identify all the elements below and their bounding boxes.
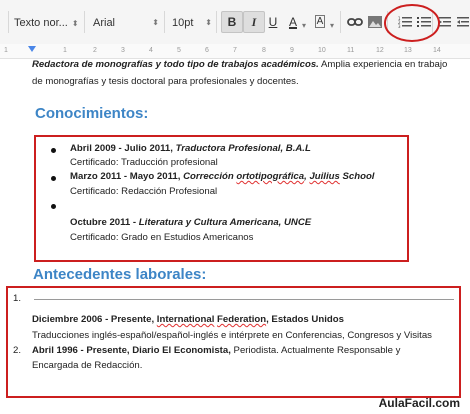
font-family-select[interactable]: Arial ⬍ (93, 15, 159, 31)
ruler-mark: 6 (205, 47, 209, 54)
toolbar-separator (216, 11, 217, 33)
ruler-mark: 1 (63, 47, 67, 54)
chevron-down-icon[interactable]: ▾ (302, 17, 306, 33)
toolbar-separator (84, 11, 85, 33)
italic-button[interactable]: I (243, 11, 265, 33)
toolbar-separator (340, 11, 341, 33)
ruler-mark: 5 (177, 47, 181, 54)
knowledge-cert-1: Certificado: Traducción profesional (70, 157, 218, 168)
indent-marker-icon[interactable] (28, 46, 36, 54)
annotation-circle (384, 4, 440, 42)
work-item-1: Diciembre 2006 - Presente, International… (32, 314, 344, 325)
ruler-mark: 3 (121, 47, 125, 54)
ruler-mark: 2 (93, 47, 97, 54)
ruler[interactable]: 1 1 2 3 4 5 6 7 8 9 10 11 12 13 14 (0, 44, 470, 59)
font-size-value: 10pt (172, 17, 194, 29)
ruler-mark: 14 (433, 47, 441, 54)
bullet-point (51, 204, 56, 209)
ruler-mark: 1 (4, 47, 8, 54)
bullet-point (51, 176, 56, 181)
highlight-color-button[interactable]: A (310, 12, 330, 32)
work-item-2: Abril 1996 - Presente, Diario El Economi… (32, 345, 401, 356)
bold-button[interactable]: B (221, 11, 243, 33)
increase-indent-icon[interactable] (453, 12, 470, 32)
list-number: 2. (13, 345, 22, 356)
chevron-updown-icon: ⬍ (205, 18, 212, 27)
paragraph-style-select[interactable]: Texto nor... ⬍ (14, 15, 79, 31)
intro-line-1: Redactora de monografías y todo tipo de … (32, 59, 448, 70)
work-desc-2: Encargada de Redacción. (32, 360, 143, 371)
highlight-box-work (6, 286, 461, 398)
ruler-mark: 13 (404, 47, 412, 54)
font-family-value: Arial (93, 17, 116, 29)
bullet-point (51, 148, 56, 153)
knowledge-item-2: Marzo 2011 - Mayo 2011, Corrección ortot… (70, 171, 375, 182)
underline-button[interactable]: U (263, 12, 283, 32)
chevron-updown-icon: ⬍ (71, 19, 79, 28)
intro-line-2: de monografías y tesis doctoral para pro… (32, 76, 299, 87)
ruler-mark: 9 (290, 47, 294, 54)
chevron-down-icon[interactable]: ▾ (330, 17, 334, 33)
watermark-logo: AulaFacil.com (378, 396, 460, 410)
link-icon[interactable] (345, 12, 365, 32)
paragraph-style-value: Texto nor... (14, 17, 68, 29)
knowledge-item-3: Octubre 2011 - Literatura y Cultura Amer… (70, 217, 312, 228)
document-body[interactable]: Redactora de monografías y todo tipo de … (0, 59, 470, 414)
heading-knowledge: Conocimientos: (35, 105, 149, 122)
horizontal-line (34, 299, 454, 300)
list-number: 1. (13, 293, 22, 304)
ruler-mark: 12 (376, 47, 384, 54)
font-size-select[interactable]: 10pt ⬍ (172, 15, 212, 31)
knowledge-cert-2: Certificado: Redacción Profesional (70, 186, 218, 197)
toolbar-separator (8, 11, 9, 33)
formatting-toolbar: Texto nor... ⬍ Arial ⬍ 10pt ⬍ B I U A ▾ A ▾… (0, 0, 470, 45)
text-color-button[interactable]: A (283, 12, 303, 32)
ruler-mark: 8 (262, 47, 266, 54)
work-desc-1: Traducciones inglés-español/español-ingl… (32, 330, 432, 341)
toolbar-separator (164, 11, 165, 33)
knowledge-item-1: Abril 2009 - Julio 2011, Traductora Prof… (70, 143, 311, 154)
heading-work: Antecedentes laborales: (33, 266, 207, 283)
ruler-mark: 10 (318, 47, 326, 54)
ruler-mark: 7 (233, 47, 237, 54)
knowledge-cert-3: Certificado: Grado en Estudios Americano… (70, 232, 254, 243)
chevron-updown-icon: ⬍ (152, 18, 159, 27)
ruler-mark: 11 (347, 47, 355, 54)
ruler-mark: 4 (149, 47, 153, 54)
